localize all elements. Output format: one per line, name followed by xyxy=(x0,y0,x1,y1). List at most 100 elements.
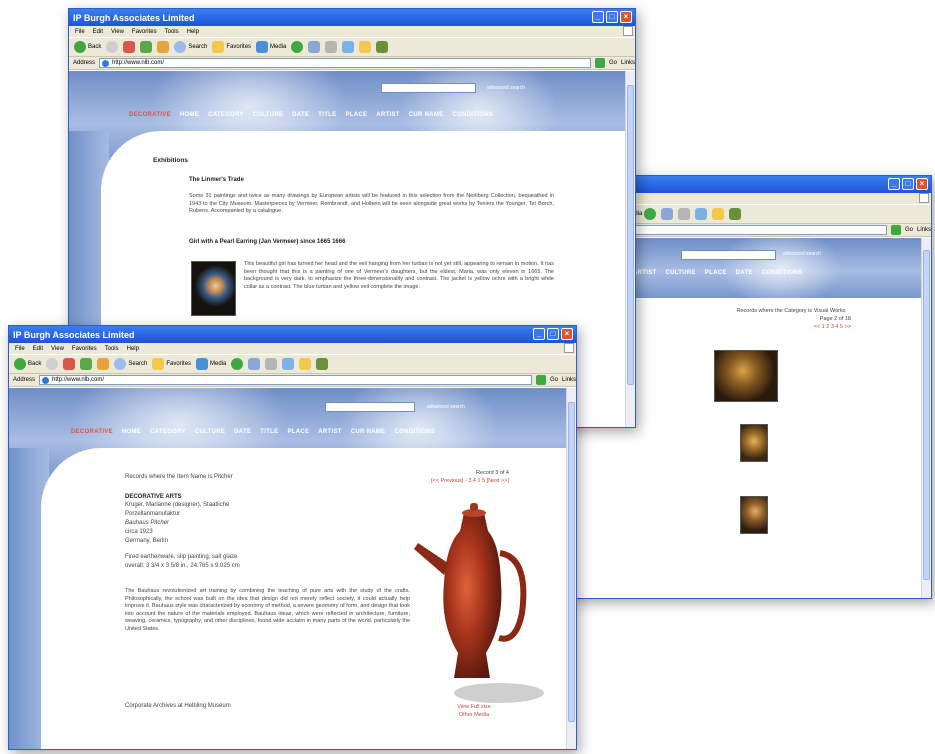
nav-item-artist[interactable]: ARTIST xyxy=(376,112,399,118)
favorites-button[interactable]: Favorites xyxy=(152,358,191,370)
history-icon[interactable] xyxy=(291,41,304,53)
nav-item-place[interactable]: PLACE xyxy=(345,112,367,118)
nav-item-home[interactable]: HOME xyxy=(122,429,141,435)
close-button[interactable]: × xyxy=(916,178,928,190)
nav-item-culture[interactable]: CULTURE xyxy=(665,270,695,276)
back-button[interactable]: Back xyxy=(74,41,101,53)
nav-item-artist[interactable]: ARTIST xyxy=(318,429,341,435)
close-button[interactable]: × xyxy=(561,328,573,340)
nav-item-title[interactable]: TITLE xyxy=(318,112,336,118)
search-button[interactable]: Search xyxy=(114,358,147,370)
advanced-search-link[interactable]: advanced search xyxy=(487,85,525,91)
nav-item-date[interactable]: DATE xyxy=(292,112,309,118)
links-label[interactable]: Links xyxy=(621,60,635,66)
menu-file[interactable]: File xyxy=(15,346,25,352)
record-pager[interactable]: [<< Previous] - 3 4 1 5 [Next >>] xyxy=(369,478,509,486)
menu-help[interactable]: Help xyxy=(127,346,139,352)
media-button[interactable]: Media xyxy=(256,41,286,53)
close-button[interactable]: × xyxy=(620,11,632,23)
nav-item-date[interactable]: DATE xyxy=(736,270,753,276)
artwork-thumbnail-1[interactable] xyxy=(714,350,778,402)
nav-item-culture[interactable]: CULTURE xyxy=(253,112,283,118)
links-label[interactable]: Links xyxy=(917,227,931,233)
nav-brand[interactable]: DECORATIVE xyxy=(129,112,171,118)
refresh-icon[interactable] xyxy=(140,41,153,53)
nav-item-conditions[interactable]: CONDITIONS xyxy=(394,429,435,435)
search-button[interactable]: Search xyxy=(174,41,207,53)
edit-icon[interactable] xyxy=(695,208,708,220)
menu-favorites[interactable]: Favorites xyxy=(132,29,157,35)
print-icon[interactable] xyxy=(325,41,338,53)
address-field[interactable]: http://www.nlb.com/ xyxy=(39,375,532,385)
mail-icon[interactable] xyxy=(661,208,674,220)
folder-icon[interactable] xyxy=(712,208,725,220)
home-icon[interactable] xyxy=(157,41,170,53)
folder-icon[interactable] xyxy=(299,358,312,370)
nav-item-category[interactable]: CATEGORY xyxy=(150,429,186,435)
edit-icon[interactable] xyxy=(342,41,355,53)
go-button[interactable] xyxy=(594,58,605,68)
print-icon[interactable] xyxy=(265,358,278,370)
print-icon[interactable] xyxy=(678,208,691,220)
pager-links[interactable]: << 1 2 3 4 5 >> xyxy=(751,324,851,332)
menu-edit[interactable]: Edit xyxy=(93,29,103,35)
nav-item-artist[interactable]: ARTIST xyxy=(633,270,656,276)
site-search-input[interactable] xyxy=(381,83,476,93)
messenger-icon[interactable] xyxy=(316,358,329,370)
folder-icon[interactable] xyxy=(359,41,372,53)
menu-tools[interactable]: Tools xyxy=(105,346,119,352)
menu-edit[interactable]: Edit xyxy=(33,346,43,352)
nav-brand[interactable]: DECORATIVE xyxy=(71,429,113,435)
refresh-icon[interactable] xyxy=(80,358,93,370)
advanced-search-link[interactable]: advanced search xyxy=(783,251,821,257)
nav-item-title[interactable]: TITLE xyxy=(260,429,278,435)
artwork-thumbnail-3[interactable] xyxy=(740,496,768,534)
stop-icon[interactable] xyxy=(63,358,76,370)
forward-arrow-icon[interactable] xyxy=(106,41,119,53)
site-search-input[interactable] xyxy=(681,250,776,260)
minimize-button[interactable]: _ xyxy=(888,178,900,190)
nav-item-place[interactable]: PLACE xyxy=(287,429,309,435)
vertical-scrollbar[interactable] xyxy=(566,388,576,749)
nav-item-cur-name[interactable]: CUR NAME xyxy=(409,112,444,118)
stop-icon[interactable] xyxy=(123,41,136,53)
maximize-button[interactable]: □ xyxy=(547,328,559,340)
pearl-earring-image[interactable] xyxy=(191,261,236,316)
view-full-size-link[interactable]: View Full size xyxy=(439,704,509,712)
nav-item-date[interactable]: DATE xyxy=(234,429,251,435)
pitcher-image[interactable] xyxy=(404,503,549,713)
messenger-icon[interactable] xyxy=(376,41,389,53)
menu-help[interactable]: Help xyxy=(187,29,199,35)
back-button[interactable]: Back xyxy=(14,358,41,370)
menu-favorites[interactable]: Favorites xyxy=(72,346,97,352)
site-search-input[interactable] xyxy=(325,402,415,412)
media-button[interactable]: Media xyxy=(196,358,226,370)
history-icon[interactable] xyxy=(231,358,244,370)
go-button[interactable] xyxy=(890,225,901,235)
menu-view[interactable]: View xyxy=(111,29,124,35)
maximize-button[interactable]: □ xyxy=(902,178,914,190)
menu-view[interactable]: View xyxy=(51,346,64,352)
mail-icon[interactable] xyxy=(248,358,261,370)
nav-item-category[interactable]: CATEGORY xyxy=(208,112,244,118)
menu-file[interactable]: File xyxy=(75,29,85,35)
favorites-button[interactable]: Favorites xyxy=(212,41,251,53)
forward-arrow-icon[interactable] xyxy=(46,358,59,370)
minimize-button[interactable]: _ xyxy=(533,328,545,340)
address-field[interactable]: http://www.nlb.com/ xyxy=(99,58,591,68)
other-media-link[interactable]: Other Media xyxy=(439,712,509,720)
edit-icon[interactable] xyxy=(282,358,295,370)
messenger-icon[interactable] xyxy=(729,208,742,220)
vertical-scrollbar[interactable] xyxy=(625,71,635,427)
nav-item-place[interactable]: PLACE xyxy=(705,270,727,276)
nav-item-conditions[interactable]: CONDITIONS xyxy=(452,112,493,118)
vertical-scrollbar[interactable] xyxy=(921,238,931,598)
home-icon[interactable] xyxy=(97,358,110,370)
nav-item-home[interactable]: HOME xyxy=(180,112,199,118)
minimize-button[interactable]: _ xyxy=(592,11,604,23)
nav-item-conditions[interactable]: CONDITIONS xyxy=(762,270,803,276)
mail-icon[interactable] xyxy=(308,41,321,53)
go-button[interactable] xyxy=(535,375,546,385)
nav-item-culture[interactable]: CULTURE xyxy=(195,429,225,435)
artwork-thumbnail-2[interactable] xyxy=(740,424,768,462)
